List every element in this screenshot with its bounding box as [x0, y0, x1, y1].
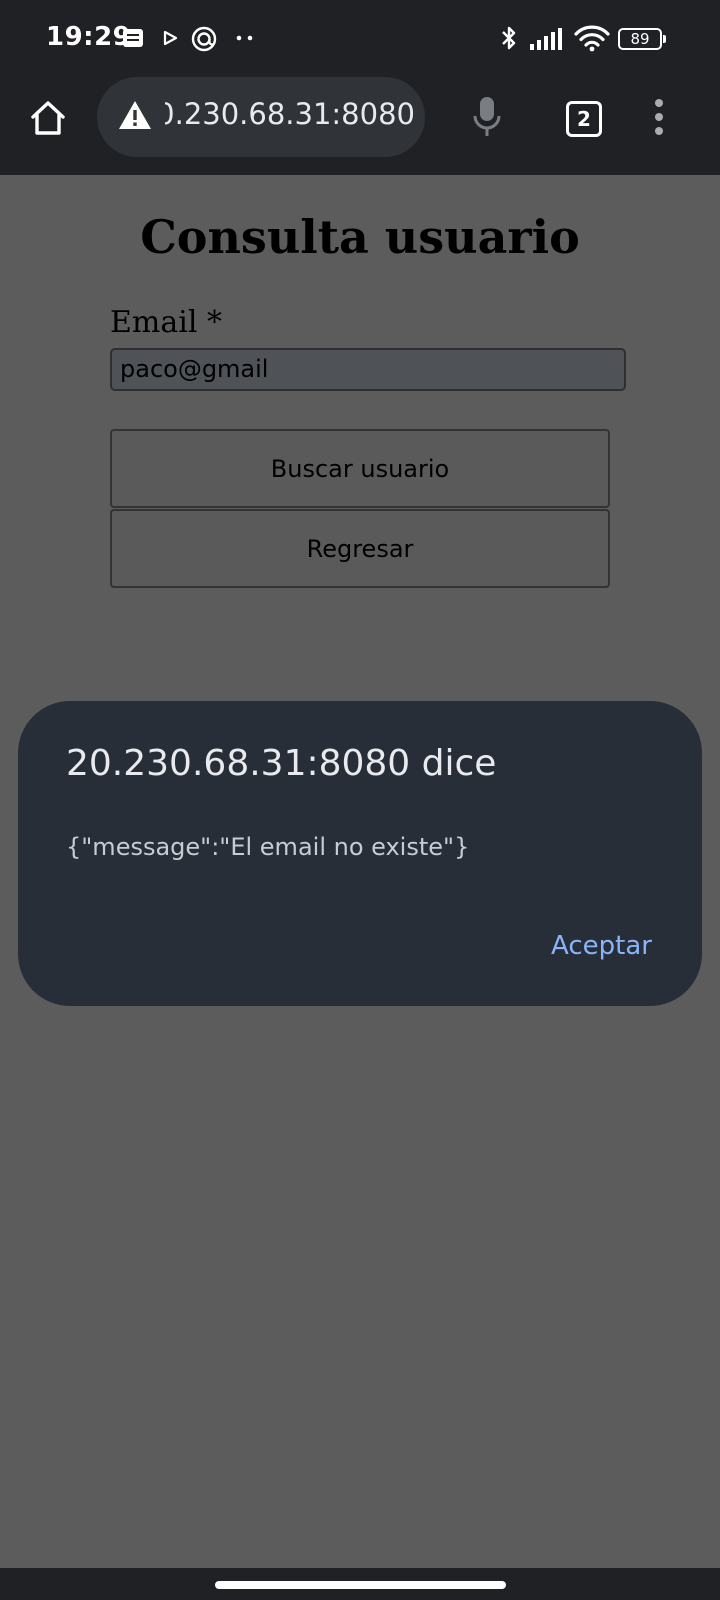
browser-toolbar: 20.230.68.31:8080 2	[0, 77, 720, 175]
navigation-bar	[0, 1568, 720, 1600]
warning-icon[interactable]	[117, 99, 153, 131]
dialog-title: 20.230.68.31:8080 dice	[66, 743, 497, 784]
menu-icon[interactable]	[654, 98, 664, 136]
back-button[interactable]: Regresar	[110, 509, 610, 588]
battery-icon: 89	[618, 28, 666, 50]
signal-icon	[530, 28, 562, 50]
status-bar: 19:29 89	[0, 0, 720, 80]
bluetooth-icon	[502, 26, 516, 50]
status-time: 19:29	[46, 22, 132, 52]
email-field[interactable]: paco@gmail	[110, 348, 626, 391]
alert-dialog: 20.230.68.31:8080 dice {"message":"El em…	[18, 701, 702, 1006]
email-label: Email *	[110, 305, 222, 340]
wifi-icon	[574, 25, 610, 52]
accept-button[interactable]: Aceptar	[551, 931, 652, 961]
notes-icon	[123, 29, 143, 47]
screen: 19:29 89 20.230.68.31:8080 2 Consulta us…	[0, 0, 720, 1600]
microphone-icon[interactable]	[470, 95, 504, 139]
more-dots-icon	[236, 35, 253, 41]
dialog-message: {"message":"El email no existe"}	[66, 833, 470, 861]
at-sign-icon	[191, 26, 217, 52]
url-text: 20.230.68.31:8080	[165, 97, 415, 131]
tabs-icon[interactable]: 2	[566, 101, 602, 137]
home-gesture-handle[interactable]	[215, 1581, 506, 1589]
search-user-button[interactable]: Buscar usuario	[110, 429, 610, 508]
page-title: Consulta usuario	[140, 210, 580, 264]
home-icon[interactable]	[28, 98, 68, 138]
play-icon	[163, 30, 178, 46]
address-bar[interactable]: 20.230.68.31:8080	[97, 77, 425, 157]
